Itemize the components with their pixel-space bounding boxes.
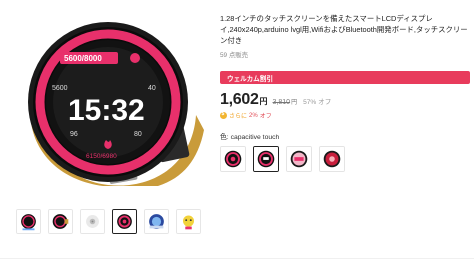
product-title: 1.28インチのタッチスクリーンを備えたスマートLCDディスプレイ,240x24… bbox=[220, 14, 468, 45]
thumbnail-6[interactable] bbox=[176, 209, 201, 234]
current-price: 1,602 bbox=[220, 91, 259, 108]
variant-option-2[interactable] bbox=[253, 146, 279, 172]
color-label: 色: capacitive touch bbox=[220, 134, 280, 141]
coin-prefix: さらに bbox=[229, 114, 248, 120]
screen-bottom-text: 6150/6980 bbox=[86, 153, 117, 160]
thumbnail-5[interactable] bbox=[144, 209, 169, 234]
screen-left-bottom: 96 bbox=[70, 131, 78, 138]
round-display-illustration: 5600/8000 5600 40 15:32 96 80 6150/6980 bbox=[28, 22, 204, 186]
screen-right-bottom: 80 bbox=[134, 131, 142, 138]
screen-top-text: 5600/8000 bbox=[64, 54, 102, 63]
divider bbox=[0, 258, 474, 259]
thumbnail-1[interactable] bbox=[16, 209, 41, 234]
variant-option-3[interactable] bbox=[286, 146, 312, 172]
price-row: 1,602 円 3,810 円 57% オフ bbox=[220, 91, 470, 109]
discount-percent: 57% オフ bbox=[303, 99, 332, 106]
thumbnail-4[interactable] bbox=[112, 209, 137, 234]
thumbnail-strip bbox=[16, 209, 201, 235]
coin-percent: 2% bbox=[249, 112, 258, 119]
coin-icon bbox=[220, 111, 227, 119]
variant-option-4[interactable] bbox=[319, 146, 345, 172]
coin-suffix: オフ bbox=[259, 114, 272, 120]
main-product-image: 5600/8000 5600 40 15:32 96 80 6150/6980 bbox=[8, 10, 208, 206]
thumbnail-3[interactable] bbox=[80, 209, 105, 234]
thumbnail-2[interactable] bbox=[48, 209, 73, 234]
screen-right-small: 40 bbox=[148, 85, 156, 92]
promo-banner: ウェルカム割引 bbox=[220, 71, 470, 84]
variant-option-1[interactable] bbox=[220, 146, 246, 172]
product-info: 1.28インチのタッチスクリーンを備えたスマートLCDディスプレイ,240x24… bbox=[220, 13, 470, 172]
screen-left-small: 5600 bbox=[52, 85, 68, 92]
original-price-unit: 円 bbox=[291, 100, 298, 106]
coin-discount-row: さらに 2% オフ bbox=[220, 111, 470, 120]
color-variants bbox=[220, 146, 470, 172]
screen-time: 15:32 bbox=[68, 94, 145, 127]
current-price-unit: 円 bbox=[259, 97, 268, 106]
original-price: 3,810 bbox=[272, 99, 291, 106]
promo-label: ウェルカム割引 bbox=[227, 75, 273, 83]
sold-count: 59 点販売 bbox=[220, 52, 249, 59]
